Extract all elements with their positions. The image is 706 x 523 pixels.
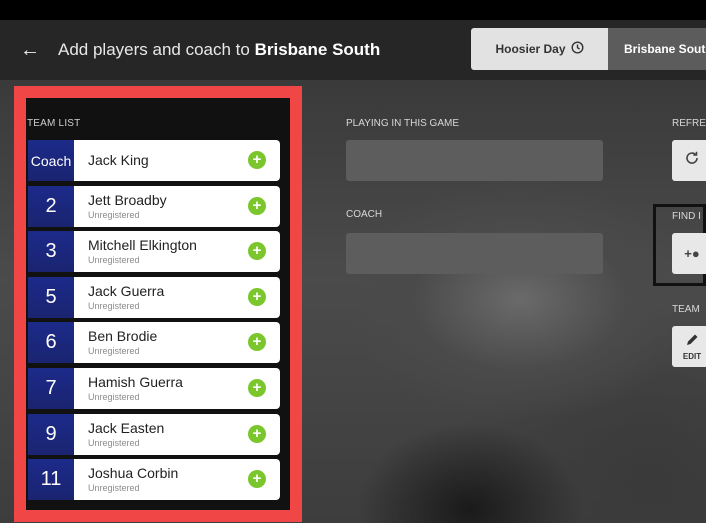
player-name: Hamish Guerra <box>88 374 183 390</box>
clock-icon <box>571 41 584 57</box>
player-info: Joshua Corbin Unregistered <box>74 459 248 500</box>
add-player-icon[interactable]: + <box>248 333 266 351</box>
add-player-icon[interactable]: + <box>248 379 266 397</box>
playing-dropzone[interactable] <box>346 140 603 181</box>
refresh-button[interactable] <box>672 140 706 181</box>
player-status: Unregistered <box>88 438 140 448</box>
player-status: Unregistered <box>88 255 140 265</box>
player-info: Mitchell Elkington Unregistered <box>74 231 248 272</box>
tab-hoosier-day-label: Hoosier Day <box>495 42 566 56</box>
player-number: 9 <box>28 414 74 455</box>
team-list-row[interactable]: 3 Mitchell Elkington Unregistered + <box>28 231 280 272</box>
player-info: Hamish Guerra Unregistered <box>74 368 248 409</box>
player-name: Mitchell Elkington <box>88 237 197 253</box>
player-number: Coach <box>28 140 74 181</box>
player-name: Joshua Corbin <box>88 465 179 481</box>
tab-brisbane-south[interactable]: Brisbane South <box>608 28 706 70</box>
team-list-row[interactable]: 9 Jack Easten Unregistered + <box>28 414 280 455</box>
pencil-icon <box>685 333 699 352</box>
player-info: Jett Broadby Unregistered <box>74 186 248 227</box>
player-status: Unregistered <box>88 483 140 493</box>
team-list-row[interactable]: 7 Hamish Guerra Unregistered + <box>28 368 280 409</box>
tab-brisbane-south-label: Brisbane South <box>624 42 706 56</box>
team-list-row[interactable]: 2 Jett Broadby Unregistered + <box>28 186 280 227</box>
team-list-row[interactable]: 6 Ben Brodie Unregistered + <box>28 322 280 363</box>
edit-team-button[interactable]: EDIT <box>672 326 706 367</box>
player-number: 3 <box>28 231 74 272</box>
coach-dropzone[interactable] <box>346 233 603 274</box>
add-player-icon[interactable]: + <box>248 242 266 260</box>
player-number: 5 <box>28 277 74 318</box>
player-number: 11 <box>28 459 74 500</box>
add-player-icon[interactable]: + <box>248 470 266 488</box>
edit-label: EDIT <box>682 351 702 361</box>
player-name: Jack King <box>88 152 149 168</box>
add-player-icon[interactable]: + <box>248 197 266 215</box>
find-player-button[interactable]: +● <box>672 233 706 274</box>
player-status: Unregistered <box>88 346 140 356</box>
add-person-icon: +● <box>684 246 700 261</box>
coach-label: COACH <box>346 209 383 220</box>
refresh-label: REFRE <box>672 118 706 129</box>
team-list-row[interactable]: Coach Jack King + <box>28 140 280 181</box>
player-number: 7 <box>28 368 74 409</box>
player-status: Unregistered <box>88 392 140 402</box>
team-label: TEAM <box>672 304 700 315</box>
team-list-label: TEAM LIST <box>27 118 81 129</box>
player-info: Ben Brodie Unregistered <box>74 322 248 363</box>
team-list-row[interactable]: 5 Jack Guerra Unregistered + <box>28 277 280 318</box>
top-strip <box>0 0 706 20</box>
page-title-prefix: Add players and coach to <box>58 40 250 59</box>
page-title-team: Brisbane South <box>254 40 381 59</box>
add-player-icon[interactable]: + <box>248 425 266 443</box>
arrow-left-icon[interactable]: ← <box>18 38 42 62</box>
playing-label: PLAYING IN THIS GAME <box>346 118 459 129</box>
app-header: ← Add players and coach to Brisbane Sout… <box>0 20 706 80</box>
player-info: Jack Guerra Unregistered <box>74 277 248 318</box>
add-player-icon[interactable]: + <box>248 288 266 306</box>
player-info: Jack Easten Unregistered <box>74 414 248 455</box>
player-name: Jett Broadby <box>88 192 167 208</box>
find-label: FIND I <box>672 211 701 222</box>
refresh-icon <box>684 150 700 171</box>
player-status: Unregistered <box>88 210 140 220</box>
tab-hoosier-day[interactable]: Hoosier Day <box>471 28 608 70</box>
player-number: 2 <box>28 186 74 227</box>
page-title: Add players and coach to Brisbane South <box>58 38 380 62</box>
player-name: Jack Easten <box>88 420 165 436</box>
player-name: Jack Guerra <box>88 283 165 299</box>
player-info: Jack King <box>74 140 248 181</box>
team-list-row[interactable]: 11 Joshua Corbin Unregistered + <box>28 459 280 500</box>
add-player-icon[interactable]: + <box>248 151 266 169</box>
player-status: Unregistered <box>88 301 140 311</box>
player-number: 6 <box>28 322 74 363</box>
player-name: Ben Brodie <box>88 328 158 344</box>
